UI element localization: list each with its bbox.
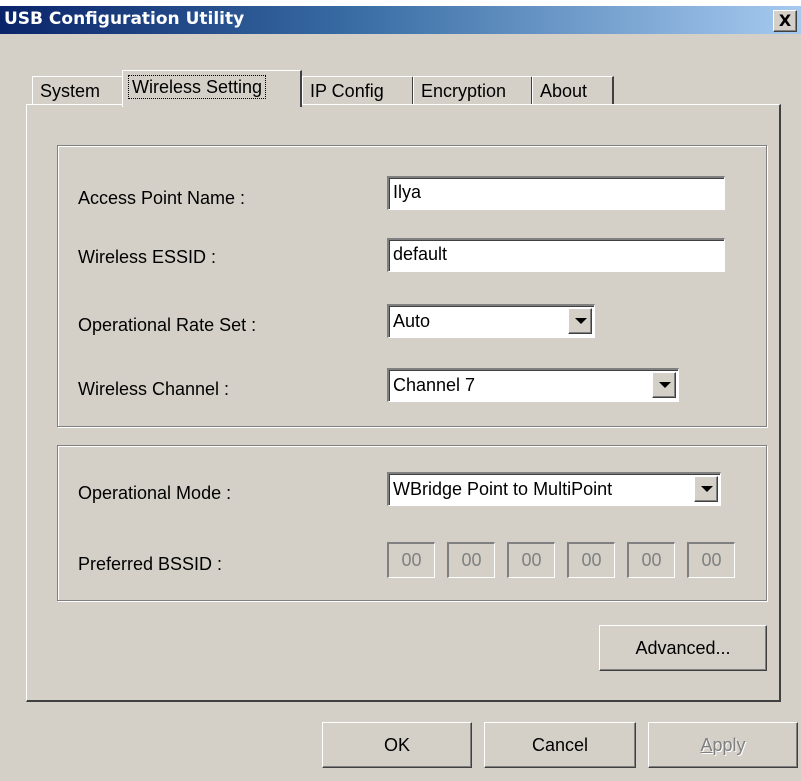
access-point-name-label: Access Point Name : <box>78 188 246 208</box>
close-icon: X <box>778 11 792 30</box>
title-bar[interactable]: USB Configuration Utility X <box>0 0 801 34</box>
wireless-essid-label: Wireless ESSID : <box>78 247 217 267</box>
chevron-down-icon[interactable] <box>694 476 718 502</box>
advanced-button[interactable]: Advanced... <box>599 625 767 671</box>
wireless-settings-group: Access Point Name : Ilya Wireless ESSID … <box>57 145 767 427</box>
tab-system[interactable]: System <box>32 76 124 104</box>
wireless-channel-label: Wireless Channel : <box>78 379 230 399</box>
access-point-name-input[interactable]: Ilya <box>387 176 725 210</box>
cancel-button-label: Cancel <box>531 735 589 755</box>
operational-rate-set-label: Operational Rate Set : <box>78 315 257 335</box>
window-title: USB Configuration Utility <box>4 9 245 29</box>
access-point-name-value: Ilya <box>393 182 422 202</box>
wireless-essid-input[interactable]: default <box>387 238 725 272</box>
operational-mode-label: Operational Mode : <box>78 483 232 503</box>
tab-encryption-label: Encryption <box>421 81 507 101</box>
bssid-octet-6: 00 <box>687 542 735 578</box>
apply-rest: pply <box>712 735 746 755</box>
bssid-octet-1: 00 <box>387 542 435 578</box>
operational-mode-group: Operational Mode : WBridge Point to Mult… <box>57 445 767 601</box>
tab-encryption[interactable]: Encryption <box>413 76 533 104</box>
bssid-octet-2: 00 <box>447 542 495 578</box>
advanced-button-label: Advanced... <box>635 638 731 658</box>
tab-ip-config-label: IP Config <box>310 81 384 101</box>
bssid-octet-4: 00 <box>567 542 615 578</box>
operational-mode-value: WBridge Point to MultiPoint <box>393 479 613 499</box>
chevron-down-icon[interactable] <box>568 308 592 334</box>
operational-rate-set-select[interactable]: Auto <box>387 304 595 338</box>
wireless-essid-value: default <box>393 244 448 264</box>
chevron-down-icon[interactable] <box>652 372 676 398</box>
wireless-channel-value: Channel 7 <box>393 375 476 395</box>
preferred-bssid-label: Preferred BSSID : <box>78 554 223 574</box>
tab-about[interactable]: About <box>532 76 614 104</box>
tab-wireless-setting-label: Wireless Setting <box>127 75 267 99</box>
tab-wireless-setting[interactable]: Wireless Setting <box>122 70 302 107</box>
close-button[interactable]: X <box>773 10 797 32</box>
ok-button-label: OK <box>383 735 410 755</box>
apply-mnemonic: A <box>700 735 713 755</box>
bssid-octet-3: 00 <box>507 542 555 578</box>
ok-button[interactable]: OK <box>322 722 472 768</box>
tab-ip-config[interactable]: IP Config <box>302 76 414 104</box>
operational-rate-set-value: Auto <box>393 311 431 331</box>
cancel-button[interactable]: Cancel <box>484 722 636 768</box>
tab-page-wireless-setting: Access Point Name : Ilya Wireless ESSID … <box>26 104 781 702</box>
preferred-bssid-fields: 00 00 00 00 00 00 <box>387 542 737 578</box>
tab-about-label: About <box>540 81 588 101</box>
apply-button-label: Apply <box>700 735 745 755</box>
operational-mode-select[interactable]: WBridge Point to MultiPoint <box>387 472 721 506</box>
apply-button[interactable]: Apply <box>648 722 798 768</box>
bssid-octet-5: 00 <box>627 542 675 578</box>
tab-system-label: System <box>40 81 101 101</box>
wireless-channel-select[interactable]: Channel 7 <box>387 368 679 402</box>
